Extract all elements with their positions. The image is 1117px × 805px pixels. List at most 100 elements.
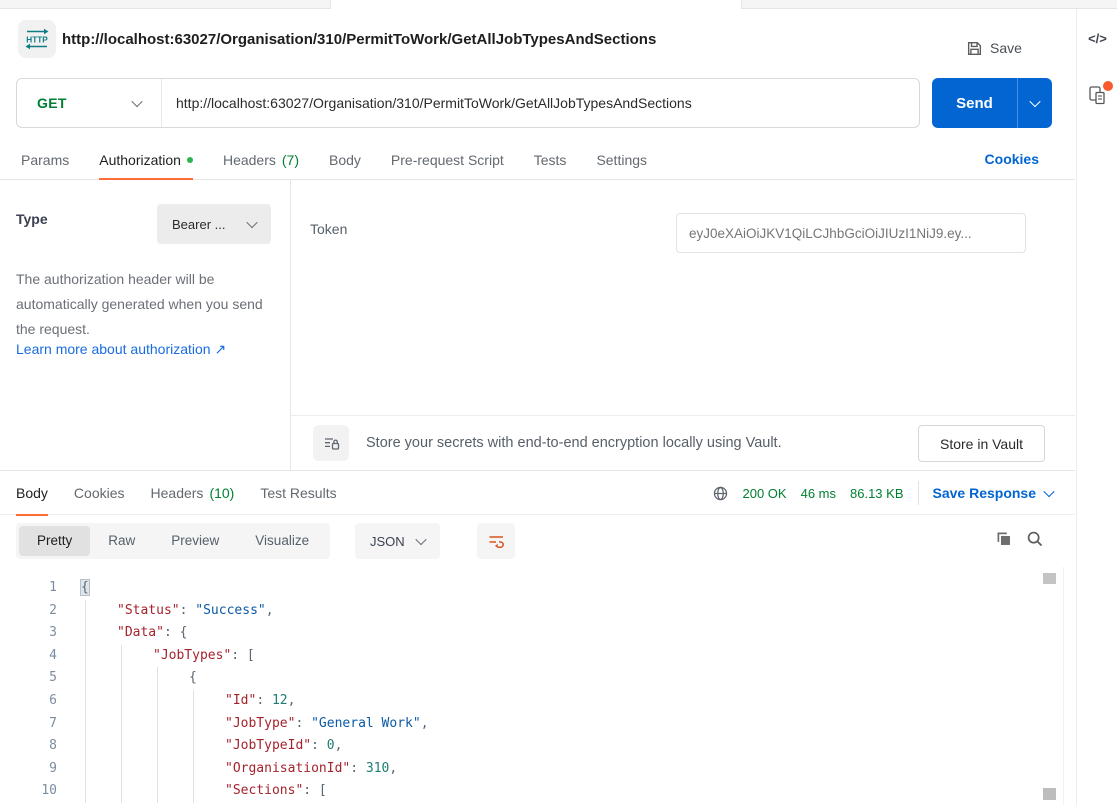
tab-label: Authorization (99, 152, 181, 168)
request-tab-pre-request-script[interactable]: Pre-request Script (391, 140, 504, 179)
response-tab-cookies[interactable]: Cookies (74, 471, 125, 515)
format-label: JSON (370, 534, 405, 549)
cookies-link[interactable]: Cookies (985, 151, 1039, 167)
json-token: : [ (231, 648, 254, 663)
response-tabs: Body Cookies Headers(10) Test Results (16, 471, 337, 515)
request-tab-authorization[interactable]: Authorization (99, 140, 193, 179)
active-request-tab[interactable] (330, 0, 742, 9)
auth-type-value: Bearer ... (172, 217, 225, 232)
view-tab-preview[interactable]: Preview (153, 526, 237, 556)
send-options-caret[interactable] (1018, 99, 1052, 107)
request-tab-tests[interactable]: Tests (534, 140, 567, 179)
request-tab-body[interactable]: Body (329, 140, 361, 179)
chevron-down-icon (1029, 96, 1040, 107)
auth-description: The authorization header will be automat… (16, 267, 272, 342)
network-globe-icon (712, 485, 729, 502)
scrollbar-corner (1043, 788, 1056, 800)
indent-guide (85, 622, 86, 645)
send-button-label: Send (932, 95, 1017, 112)
code-line: 9"OrganisationId": 310, (0, 758, 1063, 781)
wrap-lines-button[interactable] (477, 523, 515, 559)
json-token: "Status" (117, 603, 180, 618)
response-size: 86.13 KB (850, 486, 904, 501)
external-link-icon: ↗ (214, 341, 226, 357)
view-tab-visualize[interactable]: Visualize (237, 526, 327, 556)
json-token: : (311, 738, 327, 753)
line-number: 7 (0, 713, 57, 736)
svg-text:HTTP: HTTP (26, 36, 48, 45)
json-token: : (256, 693, 272, 708)
json-token: "General Work" (311, 716, 421, 731)
indent-guide (121, 758, 122, 781)
auth-type-dropdown[interactable]: Bearer ... (157, 204, 271, 244)
json-token: : [ (303, 783, 326, 798)
response-tab-body[interactable]: Body (16, 471, 48, 515)
json-token: : (295, 716, 311, 731)
response-tab-headers[interactable]: Headers(10) (151, 471, 235, 515)
indent-guide (85, 780, 86, 803)
authorization-panel: Type Bearer ... The authorization header… (0, 180, 1075, 470)
save-button-label: Save (990, 40, 1022, 56)
json-token: : (350, 761, 366, 776)
view-tab-raw[interactable]: Raw (90, 526, 153, 556)
tab-label: Test Results (260, 485, 336, 501)
json-token: "Data" (117, 625, 164, 640)
indent-guide (193, 758, 194, 781)
changelog-icon[interactable] (1088, 85, 1108, 107)
line-number: 8 (0, 735, 57, 758)
url-input[interactable] (162, 79, 919, 127)
indent-guide (121, 667, 122, 690)
json-token: : { (164, 625, 187, 640)
search-icon (1026, 530, 1044, 548)
request-tab-settings[interactable]: Settings (596, 140, 647, 179)
save-button[interactable]: Save (966, 36, 1022, 60)
save-response-button[interactable]: Save Response (933, 485, 1054, 501)
indent-guide (193, 780, 194, 803)
response-body[interactable]: 1{2"Status": "Success",3"Data": {4"JobTy… (0, 567, 1064, 805)
request-header: HTTP http://localhost:63027/Organisation… (0, 10, 1075, 70)
store-in-vault-button[interactable]: Store in Vault (918, 425, 1045, 462)
indent-guide (85, 735, 86, 758)
tab-label: Tests (534, 152, 567, 168)
line-number: 2 (0, 600, 57, 623)
indent-guide (121, 780, 122, 803)
indent-guide (193, 735, 194, 758)
code-content: { (189, 667, 197, 690)
auth-type-label: Type (16, 211, 48, 227)
indent-guide (193, 713, 194, 736)
format-dropdown[interactable]: JSON (355, 523, 440, 559)
indent-guide (85, 690, 86, 713)
scrollbar-thumb[interactable] (1043, 573, 1056, 584)
workspace-tab-strip[interactable] (0, 0, 1117, 9)
wrap-text-icon (487, 532, 506, 551)
search-response-button[interactable] (1026, 530, 1044, 551)
method-label: GET (37, 95, 67, 111)
request-tab-headers[interactable]: Headers(7) (223, 140, 299, 179)
line-number: 3 (0, 622, 57, 645)
view-tab-pretty[interactable]: Pretty (19, 526, 90, 556)
response-section: BodyCookiesHeaders(10)Test Results 200 O… (0, 470, 1075, 805)
send-button[interactable]: Send (932, 78, 1052, 128)
json-token: , (266, 603, 274, 618)
json-token: : (180, 603, 196, 618)
code-content: "JobTypes": [ (153, 645, 255, 668)
learn-more-label: Learn more about authorization (16, 341, 211, 357)
response-header: BodyCookiesHeaders(10)Test Results 200 O… (0, 471, 1075, 515)
token-input[interactable] (676, 213, 1026, 253)
code-content: { (81, 577, 89, 600)
request-tabs: Params Authorization Headers(7) Body Pre-req… (0, 140, 1075, 180)
learn-more-link[interactable]: Learn more about authorization ↗ (16, 341, 226, 358)
floppy-save-icon (966, 40, 983, 57)
request-tab-params[interactable]: Params (21, 140, 69, 179)
indent-guide (157, 667, 158, 690)
line-number: 6 (0, 690, 57, 713)
token-label: Token (310, 221, 347, 237)
json-token: "JobTypeId" (225, 738, 311, 753)
response-tab-test-results[interactable]: Test Results (260, 471, 336, 515)
method-dropdown[interactable]: GET (17, 79, 162, 127)
json-token: , (389, 761, 397, 776)
tab-label: Body (329, 152, 361, 168)
code-snippet-icon[interactable]: </> (1077, 31, 1117, 46)
copy-response-button[interactable] (995, 530, 1013, 551)
json-token: "OrganisationId" (225, 761, 350, 776)
